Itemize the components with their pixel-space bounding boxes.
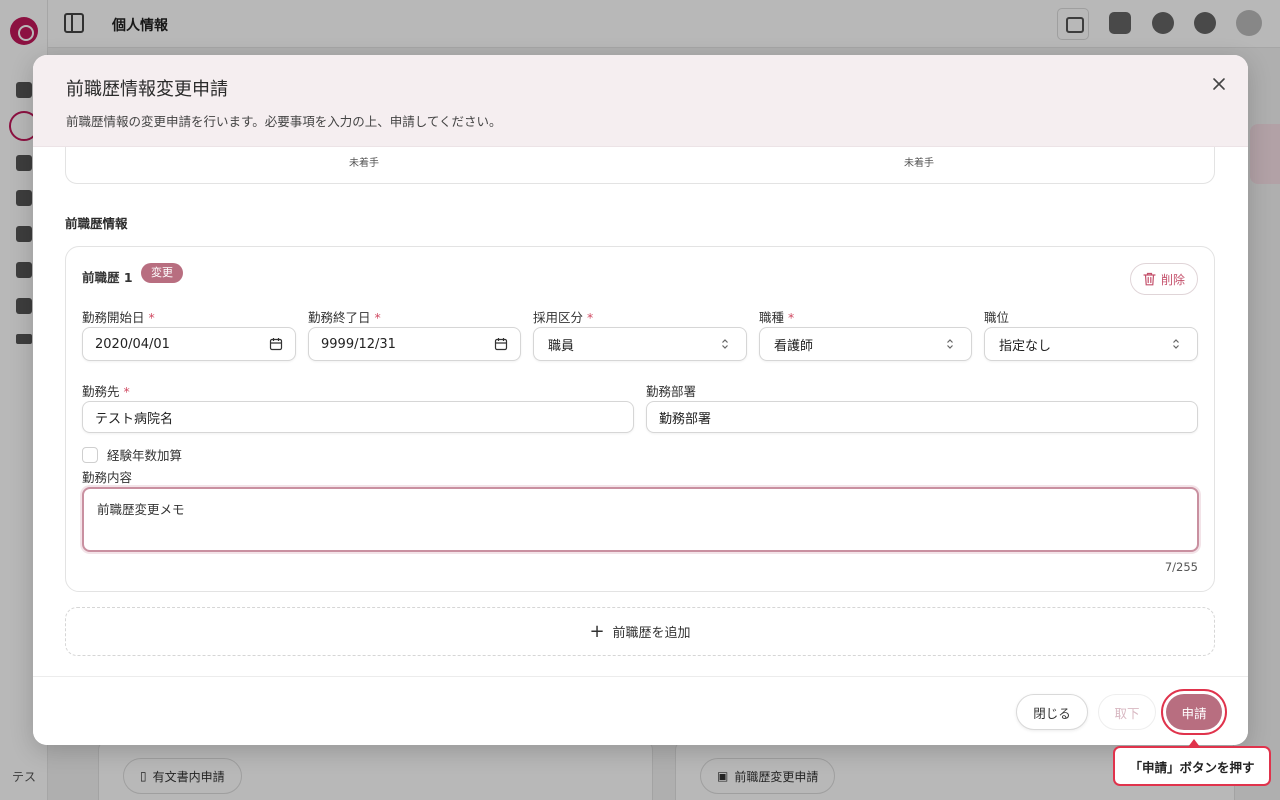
add-prev-career-button[interactable]: + 前職歴を追加 <box>65 607 1215 656</box>
workplace-value: テスト病院名 <box>95 411 174 427</box>
employment-type-label: 採用区分 * <box>533 310 594 325</box>
change-request-modal: 前職歴情報変更申請 前職歴情報の変更申請を行います。必要事項を入力の上、申請して… <box>33 55 1248 745</box>
start-date-input[interactable]: 2020/04/01 <box>82 327 296 361</box>
department-input[interactable]: 勤務部署 <box>646 401 1198 433</box>
position-value: 指定なし <box>999 338 1052 354</box>
duties-label: 勤務内容 <box>82 470 133 485</box>
duties-textarea[interactable]: 前職歴変更メモ <box>82 487 1199 552</box>
start-date-label: 勤務開始日 * <box>82 310 155 325</box>
chevron-up-down-icon <box>947 339 953 349</box>
status-card: 未着手 未着手 <box>65 147 1215 184</box>
modal-description: 前職歴情報の変更申請を行います。必要事項を入力の上、申請してください。 <box>66 114 502 129</box>
submit-button[interactable]: 申請 <box>1166 694 1222 730</box>
end-date-input[interactable]: 9999/12/31 <box>308 327 521 361</box>
modal-header: 前職歴情報変更申請 前職歴情報の変更申請を行います。必要事項を入力の上、申請して… <box>33 55 1248 147</box>
prev-career-entry: 前職歴 1 変更 削除 勤務開始日 * 勤務終了日 * 採用区分 * 職種 * 職位 2… <box>65 246 1215 592</box>
position-label: 職位 <box>984 310 1010 325</box>
entry-title: 前職歴 1 <box>82 270 133 285</box>
experience-checkbox[interactable] <box>82 446 98 463</box>
add-prev-career-label: 前職歴を追加 <box>612 626 691 641</box>
close-modal-button[interactable]: 閉じる <box>1016 694 1088 730</box>
trash-icon <box>1143 272 1156 286</box>
delete-button[interactable]: 削除 <box>1130 263 1198 295</box>
calendar-icon <box>494 338 508 351</box>
modal-body[interactable]: 未着手 未着手 前職歴情報 前職歴 1 変更 削除 勤務開始日 * 勤務終了日 * … <box>33 147 1248 676</box>
job-type-select[interactable]: 看護師 <box>759 327 972 361</box>
modal-footer: 閉じる 取下 申請 <box>33 676 1248 745</box>
calendar-icon <box>269 338 283 351</box>
experience-checkbox-row[interactable]: 経験年数加算 <box>82 445 182 464</box>
department-label: 勤務部署 <box>646 384 697 399</box>
employment-type-value: 職員 <box>548 338 575 354</box>
department-value: 勤務部署 <box>659 411 712 427</box>
chevron-up-down-icon <box>1173 339 1179 349</box>
workplace-label: 勤務先 * <box>82 384 130 399</box>
start-date-value: 2020/04/01 <box>95 336 170 352</box>
position-select[interactable]: 指定なし <box>984 327 1198 361</box>
guide-tooltip: 「申請」ボタンを押す <box>1113 746 1271 786</box>
status-left: 未着手 <box>349 158 379 169</box>
experience-checkbox-label: 経験年数加算 <box>107 448 183 463</box>
plus-icon: + <box>589 620 605 642</box>
end-date-value: 9999/12/31 <box>321 336 396 352</box>
modal-title: 前職歴情報変更申請 <box>66 79 228 100</box>
chevron-up-down-icon <box>722 339 728 349</box>
character-counter: 7/255 <box>1164 560 1198 574</box>
job-type-value: 看護師 <box>774 338 814 354</box>
delete-label: 削除 <box>1160 272 1185 287</box>
employment-type-select[interactable]: 職員 <box>533 327 747 361</box>
end-date-label: 勤務終了日 * <box>308 310 381 325</box>
job-type-label: 職種 * <box>759 310 795 325</box>
close-icon <box>1213 78 1225 90</box>
change-badge: 変更 <box>141 263 183 283</box>
close-button[interactable] <box>1208 73 1230 95</box>
withdraw-button[interactable]: 取下 <box>1098 694 1156 730</box>
section-title: 前職歴情報 <box>65 216 128 231</box>
status-right: 未着手 <box>904 158 934 169</box>
workplace-input[interactable]: テスト病院名 <box>82 401 634 433</box>
